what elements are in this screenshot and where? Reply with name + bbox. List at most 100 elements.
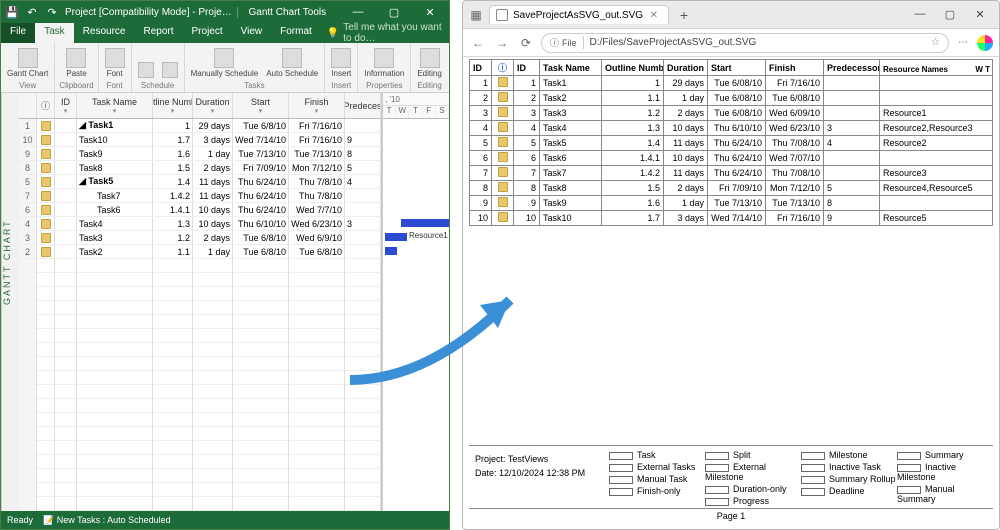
svg-col-duration: Duration xyxy=(664,60,708,76)
task-row[interactable]: 1◢ Task1129 daysTue 6/8/10Fri 7/16/10 xyxy=(19,119,381,133)
note-icon xyxy=(498,167,508,177)
legend-item: Milestone xyxy=(801,450,897,460)
gantt-bar-task3[interactable] xyxy=(385,233,407,241)
task-row[interactable]: 5◢ Task51.411 daysThu 6/24/10Thu 7/8/104 xyxy=(19,175,381,189)
task-row[interactable]: 7Task71.4.211 daysThu 6/24/10Thu 7/8/10 xyxy=(19,189,381,203)
address-bar[interactable]: ⓘ File D:/Files/SaveProjectAsSVG_out.SVG… xyxy=(541,33,949,53)
favorite-icon[interactable]: ☆ xyxy=(931,37,940,48)
gantt-timeline-strip[interactable]: , '10 TWTFS Resource1 xyxy=(381,93,449,511)
gantt-bar-task2[interactable] xyxy=(385,247,397,255)
grid-header: ⓘ ID▾ Task Name▾ Outline Number▾ Duratio… xyxy=(19,93,381,119)
tab-resource[interactable]: Resource xyxy=(74,23,135,43)
empty-row[interactable] xyxy=(19,315,381,329)
schedule-links-icon[interactable] xyxy=(136,61,156,79)
svg-table-row: 99Task91.61 dayTue 7/13/10Tue 7/13/108 xyxy=(470,196,993,211)
empty-row[interactable] xyxy=(19,455,381,469)
empty-row[interactable] xyxy=(19,287,381,301)
empty-row[interactable] xyxy=(19,413,381,427)
legend-item: Inactive Milestone xyxy=(897,462,993,482)
schedule-respect-icon[interactable] xyxy=(160,61,180,79)
tab-format[interactable]: Format xyxy=(271,23,321,43)
svg-col-outline-num: Outline Numb xyxy=(602,60,664,76)
menu-icon[interactable]: ⋯ xyxy=(955,35,971,51)
col-task-name[interactable]: Task Name▾ xyxy=(77,93,153,118)
task-row[interactable]: 6Task61.4.110 daysThu 6/24/10Wed 7/7/10 xyxy=(19,203,381,217)
gantt-bar-task4[interactable] xyxy=(401,219,449,227)
tab-report[interactable]: Report xyxy=(135,23,183,43)
page-number: Page 1 xyxy=(469,508,993,523)
paste-button[interactable]: Paste xyxy=(64,47,88,79)
empty-row[interactable] xyxy=(19,497,381,511)
empty-row[interactable] xyxy=(19,371,381,385)
empty-row[interactable] xyxy=(19,427,381,441)
manually-schedule-button[interactable]: Manually Schedule xyxy=(189,47,261,79)
maximize-button[interactable]: ▢ xyxy=(379,6,409,19)
col-duration[interactable]: Duration▾ xyxy=(193,93,233,118)
empty-row[interactable] xyxy=(19,329,381,343)
empty-row[interactable] xyxy=(19,483,381,497)
empty-row[interactable] xyxy=(19,259,381,273)
titlebar: 💾 ↶ ↷ Project [Compatibility Mode] - Pro… xyxy=(1,1,449,23)
legend-item: External Tasks xyxy=(609,462,705,472)
task-row[interactable]: 3Task31.22 daysTue 6/8/10Wed 6/9/10 xyxy=(19,231,381,245)
browser-close-button[interactable]: ✕ xyxy=(965,8,995,21)
insert-button[interactable]: Insert xyxy=(329,47,353,79)
auto-schedule-button[interactable]: Auto Schedule xyxy=(264,47,320,79)
empty-row[interactable] xyxy=(19,301,381,315)
back-button[interactable]: ← xyxy=(469,36,487,50)
new-tab-button[interactable]: + xyxy=(673,7,695,23)
note-icon xyxy=(498,152,508,162)
empty-row[interactable] xyxy=(19,385,381,399)
empty-row[interactable] xyxy=(19,441,381,455)
empty-row[interactable] xyxy=(19,469,381,483)
close-button[interactable]: ✕ xyxy=(415,6,445,19)
col-id[interactable]: ID▾ xyxy=(55,93,77,118)
browser-maximize-button[interactable]: ▢ xyxy=(935,8,965,21)
empty-row[interactable] xyxy=(19,357,381,371)
grid-body[interactable]: 1◢ Task1129 daysTue 6/8/10Fri 7/16/1010T… xyxy=(19,119,381,511)
minimize-button[interactable]: — xyxy=(343,6,373,18)
font-button[interactable]: Font xyxy=(103,47,127,79)
gantt-chart-button[interactable]: Gantt Chart xyxy=(5,47,50,79)
col-outline-number[interactable]: Outline Number▾ xyxy=(153,93,193,118)
col-predecessors[interactable]: Predeces xyxy=(345,93,381,118)
redo-icon[interactable]: ↷ xyxy=(45,5,59,19)
task-row[interactable]: 2Task21.11 dayTue 6/8/10Tue 6/8/10 xyxy=(19,245,381,259)
task-row[interactable]: 4Task41.310 daysThu 6/10/10Wed 6/23/103 xyxy=(19,217,381,231)
browser-minimize-button[interactable]: — xyxy=(905,8,935,21)
col-indicators[interactable]: ⓘ xyxy=(37,93,55,118)
workspaces-icon[interactable]: ▦ xyxy=(467,8,485,22)
forward-button[interactable]: → xyxy=(493,36,511,50)
refresh-button[interactable]: ⟳ xyxy=(517,36,535,50)
tab-file[interactable]: File xyxy=(1,23,35,43)
note-icon xyxy=(41,191,51,201)
empty-row[interactable] xyxy=(19,399,381,413)
col-finish[interactable]: Finish▾ xyxy=(289,93,345,118)
note-icon xyxy=(41,163,51,173)
information-button[interactable]: Information xyxy=(362,47,406,79)
task-row[interactable]: 8Task81.52 daysFri 7/09/10Mon 7/12/105 xyxy=(19,161,381,175)
browser-tab[interactable]: SaveProjectAsSVG_out.SVG ✕ xyxy=(489,5,669,24)
tab-close-icon[interactable]: ✕ xyxy=(650,10,658,21)
tab-task[interactable]: Task xyxy=(35,23,74,43)
task-grid: ⓘ ID▾ Task Name▾ Outline Number▾ Duratio… xyxy=(19,93,381,511)
task-row[interactable]: 10Task101.73 daysWed 7/14/10Fri 7/16/109 xyxy=(19,133,381,147)
save-icon[interactable]: 💾 xyxy=(5,5,19,19)
col-start[interactable]: Start▾ xyxy=(233,93,289,118)
svg-table-row: 44Task41.310 daysThu 6/10/10Wed 6/23/103… xyxy=(470,121,993,136)
task-row[interactable]: 9Task91.61 dayTue 7/13/10Tue 7/13/108 xyxy=(19,147,381,161)
note-icon xyxy=(41,177,51,187)
undo-icon[interactable]: ↶ xyxy=(25,5,39,19)
tab-project[interactable]: Project xyxy=(183,23,232,43)
empty-row[interactable] xyxy=(19,343,381,357)
note-icon xyxy=(41,121,51,131)
svg-table-row: 11Task1129 daysTue 6/08/10Fri 7/16/10 xyxy=(470,76,993,91)
editing-button[interactable]: Editing xyxy=(415,47,443,79)
svg-table-row: 33Task31.22 daysTue 6/08/10Wed 6/09/10Re… xyxy=(470,106,993,121)
col-row-selector[interactable] xyxy=(19,93,37,118)
copilot-icon[interactable] xyxy=(977,35,993,51)
tell-me-search[interactable]: 💡 Tell me what you want to do… xyxy=(321,23,449,43)
tab-view[interactable]: View xyxy=(232,23,272,43)
empty-row[interactable] xyxy=(19,273,381,287)
gantt-bar-label: Resource1 xyxy=(409,231,448,240)
